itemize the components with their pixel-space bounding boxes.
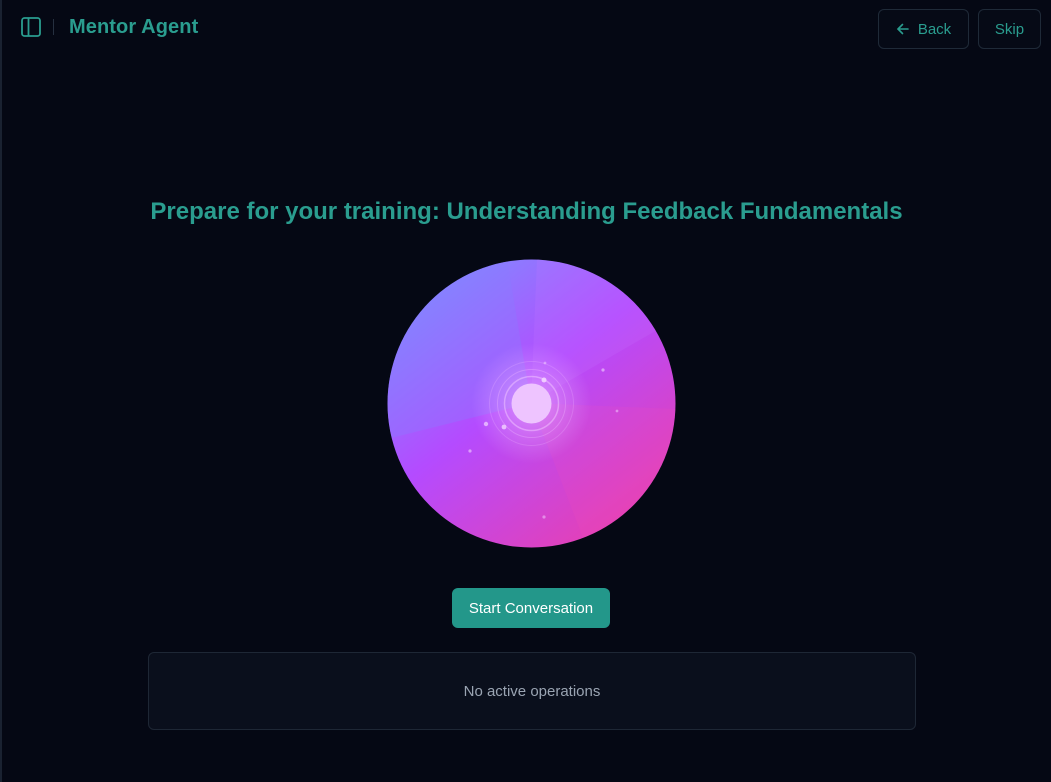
start-conversation-button[interactable]: Start Conversation bbox=[452, 588, 610, 628]
header: Mentor Agent Back Skip bbox=[2, 0, 1051, 56]
app-window: Mentor Agent Back Skip Prepare for your … bbox=[0, 0, 1051, 782]
back-button[interactable]: Back bbox=[878, 9, 969, 49]
operations-status-panel: No active operations bbox=[148, 652, 916, 730]
page-title: Prepare for your training: Understanding… bbox=[150, 198, 903, 225]
operations-status-text: No active operations bbox=[463, 682, 601, 700]
header-divider bbox=[53, 19, 54, 35]
back-button-label: Back bbox=[917, 20, 952, 38]
voice-orb-graphic bbox=[387, 259, 676, 548]
app-title: Mentor Agent bbox=[69, 16, 199, 38]
voice-orb bbox=[387, 259, 676, 548]
sidebar-toggle-button[interactable] bbox=[19, 15, 43, 39]
panel-left-icon bbox=[21, 17, 41, 37]
skip-button[interactable]: Skip bbox=[978, 9, 1041, 49]
skip-button-label: Skip bbox=[994, 20, 1025, 38]
arrow-left-icon bbox=[897, 23, 909, 35]
